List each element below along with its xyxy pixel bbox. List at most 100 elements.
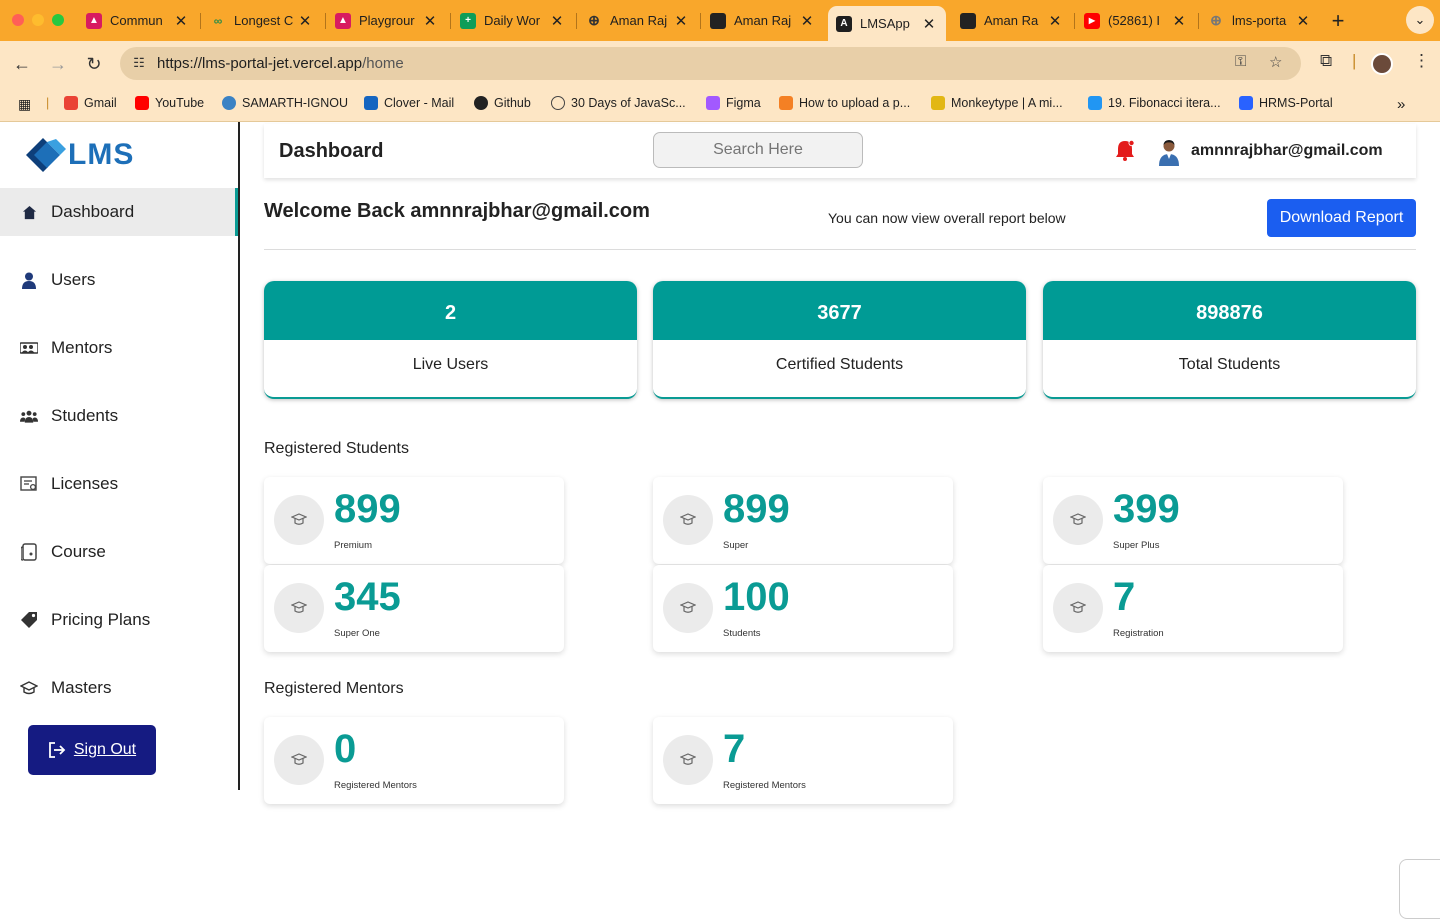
reload-icon[interactable]: ↻	[81, 51, 107, 77]
back-icon[interactable]: ←	[9, 51, 35, 77]
browser-tab[interactable]: ⊕ Aman Raj ✕	[578, 6, 698, 35]
apps-grid-icon[interactable]: ▦	[18, 96, 31, 113]
stackoverflow-icon	[779, 96, 793, 110]
sidebar-item-dashboard[interactable]: Dashboard	[0, 188, 238, 236]
sidebar-item-users[interactable]: Users	[0, 256, 238, 304]
user-avatar[interactable]	[1157, 138, 1181, 166]
url-text[interactable]: https://lms-portal-jet.vercel.app/home	[157, 55, 404, 72]
bookmark-item[interactable]: Github	[474, 96, 531, 110]
close-tab-icon[interactable]: ✕	[548, 12, 566, 30]
browser-tab-active[interactable]: A LMSApp ✕	[828, 6, 946, 41]
more-menu-icon[interactable]: ⋮	[1413, 51, 1430, 71]
floating-widget[interactable]	[1399, 859, 1440, 919]
samarth-icon	[222, 96, 236, 110]
sidebar-item-course[interactable]: Course	[0, 528, 238, 576]
bookmark-item[interactable]: YouTube	[135, 96, 204, 110]
sidebar-item-students[interactable]: Students	[0, 392, 238, 440]
graduation-cap-icon	[20, 679, 38, 697]
minimize-window-icon[interactable]	[32, 14, 44, 26]
more-bookmarks-icon[interactable]: »	[1397, 96, 1405, 113]
browser-tab[interactable]: ⊕ lms-porta ✕	[1200, 6, 1320, 35]
student-metric-card: 345 Super One	[264, 565, 564, 652]
license-icon	[20, 475, 38, 493]
notification-bell-icon[interactable]	[1113, 138, 1137, 162]
close-tab-icon[interactable]: ✕	[421, 12, 439, 30]
bookmark-item[interactable]: HRMS-Portal	[1239, 96, 1333, 110]
sidebar-item-label: Pricing Plans	[51, 610, 151, 629]
site-settings-icon[interactable]: ☷	[130, 54, 148, 72]
close-tab-icon[interactable]: ✕	[798, 12, 816, 30]
bookmark-item[interactable]: Gmail	[64, 96, 117, 110]
close-tab-icon[interactable]: ✕	[1294, 12, 1312, 30]
browser-tab[interactable]: ▲ Commun ✕	[78, 6, 198, 35]
tab-favicon-icon	[960, 12, 976, 29]
browser-tab[interactable]: ▶ (52861) I ✕	[1076, 6, 1196, 35]
sidebar-item-licenses[interactable]: Licenses	[0, 460, 238, 508]
close-tab-icon[interactable]: ✕	[1046, 12, 1064, 30]
bookmark-label: Github	[494, 96, 531, 110]
metric-label: Students	[723, 628, 761, 639]
profile-avatar[interactable]	[1371, 53, 1393, 75]
bookmark-item[interactable]: 30 Days of JavaSc...	[551, 96, 686, 110]
mentor-metric-card: 0 Registered Mentors	[264, 717, 564, 804]
close-tab-icon[interactable]: ✕	[296, 12, 314, 30]
page-title: Dashboard	[279, 140, 384, 162]
bookmark-item[interactable]: Monkeytype | A mi...	[931, 96, 1063, 110]
url-path: /home	[362, 55, 404, 72]
bookmark-label: HRMS-Portal	[1259, 96, 1333, 110]
graduation-cap-icon	[1053, 583, 1103, 633]
tab-favicon-icon	[710, 12, 726, 29]
bookmark-star-icon[interactable]: ☆	[1269, 53, 1282, 71]
forward-icon[interactable]: →	[45, 51, 71, 77]
close-window-icon[interactable]	[12, 14, 24, 26]
stat-card-live-users: 2 Live Users	[264, 281, 637, 399]
metric-label: Super One	[334, 628, 380, 639]
sidebar-item-label: Licenses	[51, 474, 119, 493]
maximize-window-icon[interactable]	[52, 14, 64, 26]
sign-out-button[interactable]: Sign Out	[28, 725, 156, 775]
graduation-cap-icon	[1053, 495, 1103, 545]
registered-mentors-title: Registered Mentors	[264, 680, 404, 697]
sidebar-item-masters[interactable]: Masters	[0, 664, 238, 712]
search-input[interactable]	[653, 132, 863, 168]
graduation-cap-icon	[663, 583, 713, 633]
tab-title: Aman Raj	[610, 13, 668, 28]
metric-value: 899	[334, 487, 401, 531]
close-tab-icon[interactable]: ✕	[172, 12, 190, 30]
graduation-cap-icon	[663, 495, 713, 545]
metric-value: 399	[1113, 487, 1180, 531]
close-tab-icon[interactable]: ✕	[1170, 12, 1188, 30]
bookmark-item[interactable]: Figma	[706, 96, 761, 110]
close-tab-icon[interactable]: ✕	[672, 12, 690, 30]
sidebar-item-mentors[interactable]: Mentors	[0, 324, 238, 372]
password-key-icon[interactable]: ⚿	[1235, 53, 1246, 70]
tab-title: Playgrour	[359, 13, 415, 28]
download-report-button[interactable]: Download Report	[1267, 199, 1416, 237]
youtube-icon	[135, 96, 149, 110]
bookmark-label: Gmail	[84, 96, 117, 110]
bookmark-item[interactable]: SAMARTH-IGNOU	[222, 96, 348, 110]
sidebar: LMS Dashboard Users Mentors Students Lic…	[0, 122, 240, 790]
tab-search-chevron-icon[interactable]: ⌄	[1406, 6, 1434, 34]
stat-value: 898876	[1043, 281, 1416, 340]
bookmark-item[interactable]: Clover - Mail	[364, 96, 454, 110]
bookmark-item[interactable]: How to upload a p...	[779, 96, 910, 110]
browser-tab[interactable]: ▲ Playgrour ✕	[327, 6, 447, 35]
student-metric-card: 100 Students	[653, 565, 953, 652]
browser-tab[interactable]: Aman Raj ✕	[702, 6, 824, 35]
browser-tab[interactable]: + Daily Wor ✕	[452, 6, 574, 35]
tab-favicon-icon: ▲	[335, 12, 351, 29]
browser-tab[interactable]: Aman Ra ✕	[952, 6, 1072, 35]
bookmark-label: Figma	[726, 96, 761, 110]
bookmark-item[interactable]: 19. Fibonacci itera...	[1088, 96, 1221, 110]
extensions-icon[interactable]: ⧉	[1320, 51, 1332, 71]
browser-tab[interactable]: ∞ Longest C ✕	[202, 6, 322, 35]
lms-logo-icon	[26, 138, 66, 172]
new-tab-icon[interactable]: +	[1326, 8, 1350, 34]
sidebar-item-pricing-plans[interactable]: Pricing Plans	[0, 596, 238, 644]
lms-logo[interactable]: LMS	[26, 138, 134, 172]
address-bar[interactable]: ☷ https://lms-portal-jet.vercel.app/home…	[120, 47, 1301, 80]
close-tab-icon[interactable]: ✕	[920, 15, 938, 33]
bookmark-label: How to upload a p...	[799, 96, 911, 110]
home-icon	[20, 203, 38, 221]
